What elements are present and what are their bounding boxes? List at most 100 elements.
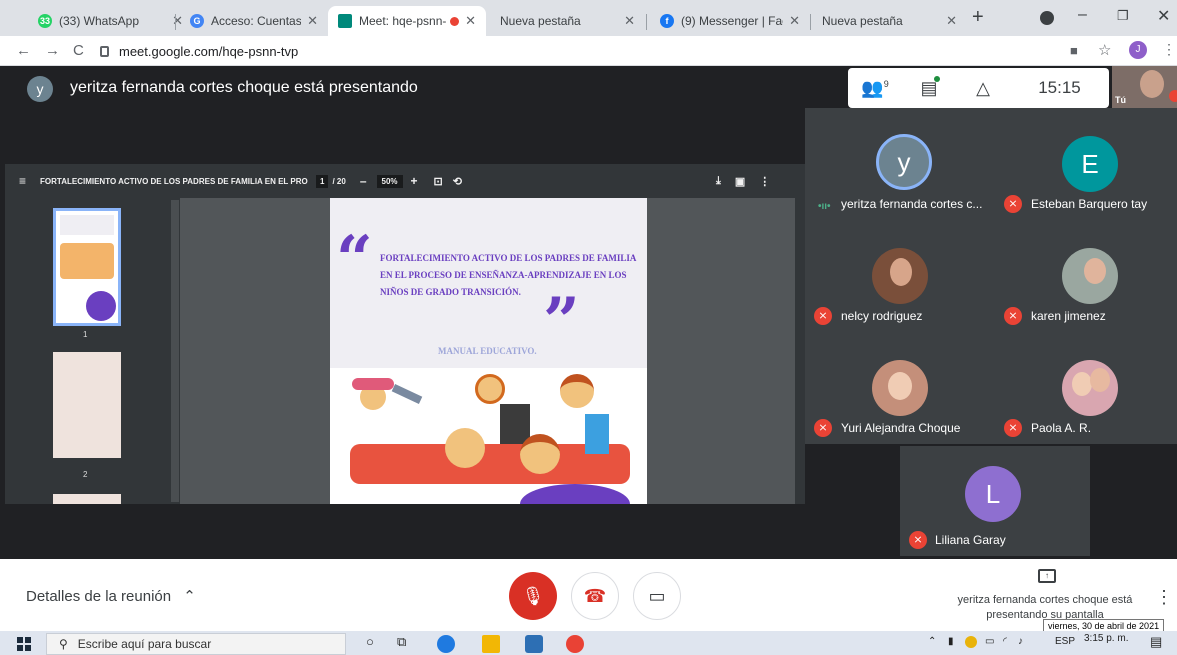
participants-grid: y •ıı• yeritza fernanda cortes c... E ⨯ …: [805, 108, 1177, 444]
tab-title: Nueva pestaña: [822, 14, 903, 28]
self-view-tile[interactable]: Tú: [1112, 66, 1177, 108]
tab-title: Acceso: Cuentas de Go: [211, 14, 302, 28]
participant-avatar: E: [1062, 136, 1118, 192]
tab-meet[interactable]: Meet: hqe-psnn-t ✕: [328, 6, 486, 36]
close-tab-icon[interactable]: ✕: [624, 13, 635, 29]
mail-icon[interactable]: [525, 635, 543, 653]
camera-permission-icon[interactable]: ■: [1070, 43, 1078, 58]
document-subtitle: MANUAL EDUCATIVO.: [438, 346, 537, 356]
pdf-zoom-input[interactable]: 50%: [376, 174, 403, 188]
participant-name: nelcy rodriguez: [841, 309, 923, 323]
thumbnail-scrollbar[interactable]: [171, 200, 179, 502]
speaking-indicator-icon: •ıı•: [818, 201, 831, 212]
zoom-in-icon[interactable]: +: [411, 174, 418, 188]
minimize-icon[interactable]: –: [1078, 6, 1087, 24]
tab-new-tab-2[interactable]: Nueva pestaña ✕: [812, 6, 967, 36]
close-tab-icon[interactable]: ✕: [789, 13, 800, 29]
forward-icon[interactable]: →: [45, 42, 60, 59]
reload-icon[interactable]: C: [73, 42, 84, 59]
thumbnail-label: 2: [83, 470, 88, 479]
chrome-icon[interactable]: [566, 635, 584, 653]
browser-toolbar: ← → C meet.google.com/hqe-psnn-tvp ■ ☆ J…: [0, 36, 1177, 66]
menu-icon[interactable]: ⋮: [1162, 41, 1176, 58]
mic-off-icon: 🎙: [521, 585, 545, 606]
restore-icon[interactable]: ❐: [1117, 8, 1129, 24]
network-icon[interactable]: ▮: [948, 636, 954, 647]
address-bar[interactable]: meet.google.com/hqe-psnn-tvp: [100, 39, 1110, 63]
tab-messenger[interactable]: f (9) Messenger | Facebo ✕: [650, 6, 810, 36]
hang-up-icon: ☎: [583, 585, 607, 606]
close-quote-mark: ”: [543, 284, 580, 359]
file-explorer-icon[interactable]: [482, 635, 500, 653]
participant-photo: [872, 360, 928, 416]
bookmark-star-icon[interactable]: ☆: [1098, 41, 1111, 59]
thumbnail-page-3[interactable]: [53, 494, 121, 504]
close-window-icon[interactable]: ✕: [1157, 6, 1170, 26]
meeting-details-label: Detalles de la reunión: [26, 588, 172, 605]
close-tab-icon[interactable]: ✕: [946, 13, 957, 29]
thumbnail-label: 1: [83, 330, 88, 339]
participant-avatar: L: [965, 466, 1021, 522]
present-screen-icon[interactable]: ↑: [1038, 569, 1056, 583]
participant-name: Liliana Garay: [935, 533, 1006, 547]
more-options-icon[interactable]: ⋮: [1155, 587, 1173, 608]
battery-icon[interactable]: ▭: [985, 636, 994, 647]
notifications-icon[interactable]: ▤: [1150, 634, 1162, 650]
participant-name: Yuri Alejandra Choque: [841, 421, 961, 435]
wifi-icon[interactable]: ◜: [1003, 636, 1007, 647]
close-tab-icon[interactable]: ✕: [465, 13, 476, 29]
meeting-top-controls: 👥9 ▤ △ 15:15: [848, 68, 1109, 108]
pdf-toolbar: ≡ FORTALECIMIENTO ACTIVO DE LOS PADRES D…: [5, 164, 805, 198]
pdf-title: FORTALECIMIENTO ACTIVO DE LOS PADRES DE …: [40, 176, 309, 186]
new-tab-icon[interactable]: +: [972, 6, 984, 29]
taskbar-clock[interactable]: 3:15 p. m.: [1084, 633, 1128, 644]
tab-whatsapp[interactable]: 33 (33) WhatsApp ✕: [28, 6, 193, 36]
volume-icon[interactable]: ♪: [1018, 636, 1023, 647]
print-icon[interactable]: ▣: [735, 175, 745, 188]
close-tab-icon[interactable]: ✕: [307, 13, 318, 29]
participant-tile[interactable]: L ⨯ Liliana Garay: [900, 446, 1090, 556]
cortana-icon[interactable]: ○: [366, 634, 374, 649]
search-placeholder: Escribe aquí para buscar: [77, 637, 212, 651]
thumbnail-page-1[interactable]: [53, 208, 121, 326]
windows-start-icon[interactable]: [17, 637, 31, 651]
tab-google-accounts[interactable]: G Acceso: Cuentas de Go ✕: [180, 6, 328, 36]
extension-icon[interactable]: [1040, 11, 1054, 25]
participant-name: Paola A. R.: [1031, 421, 1092, 435]
leave-call-button[interactable]: ☎: [571, 572, 619, 620]
pdf-page-input[interactable]: 1: [316, 174, 329, 188]
thumbnail-page-2[interactable]: [53, 352, 121, 458]
participant-name: yeritza fernanda cortes c...: [841, 197, 983, 211]
tab-title: Nueva pestaña: [500, 14, 581, 28]
open-quote-mark: “: [336, 222, 373, 297]
pdf-menu-icon[interactable]: ≡: [19, 174, 26, 188]
meeting-details-button[interactable]: Detalles de la reunión ⌃: [26, 587, 196, 605]
participant-photo: [1062, 248, 1118, 304]
fit-page-icon[interactable]: ⊡: [434, 175, 443, 188]
activities-button[interactable]: △: [956, 78, 1010, 99]
pdf-scrollbar[interactable]: [795, 198, 805, 504]
profile-avatar[interactable]: J: [1129, 41, 1147, 59]
pdf-more-icon[interactable]: ⋮: [759, 175, 770, 188]
taskbar-search-box[interactable]: ⚲ Escribe aquí para buscar: [46, 633, 346, 655]
tab-new-tab-1[interactable]: Nueva pestaña ✕: [490, 6, 645, 36]
edge-icon[interactable]: [437, 635, 455, 653]
mic-off-icon: ⨯: [814, 307, 832, 325]
show-hidden-icons[interactable]: ⌃: [928, 636, 936, 647]
download-icon[interactable]: ⤓: [716, 175, 721, 188]
back-icon[interactable]: ←: [16, 42, 31, 59]
rotate-icon[interactable]: ⟲: [453, 175, 462, 188]
windows-taskbar: ⚲ Escribe aquí para buscar ○ ⧉ ⌃ ▮ ▭ ◜ ♪…: [0, 631, 1177, 655]
facebook-icon: f: [660, 14, 674, 28]
zoom-out-icon[interactable]: –: [360, 174, 367, 188]
language-indicator[interactable]: ESP: [1055, 636, 1075, 647]
meet-icon: [338, 14, 352, 28]
task-view-icon[interactable]: ⧉: [397, 634, 406, 650]
toggle-camera-button[interactable]: ▭: [633, 572, 681, 620]
participant-photo: [1062, 360, 1118, 416]
toggle-microphone-button[interactable]: 🎙: [509, 572, 557, 620]
chat-button[interactable]: ▤: [902, 75, 956, 99]
mic-off-icon: ⨯: [909, 531, 927, 549]
app-tray-icon[interactable]: [965, 636, 977, 648]
participants-button[interactable]: 👥9: [848, 78, 902, 99]
